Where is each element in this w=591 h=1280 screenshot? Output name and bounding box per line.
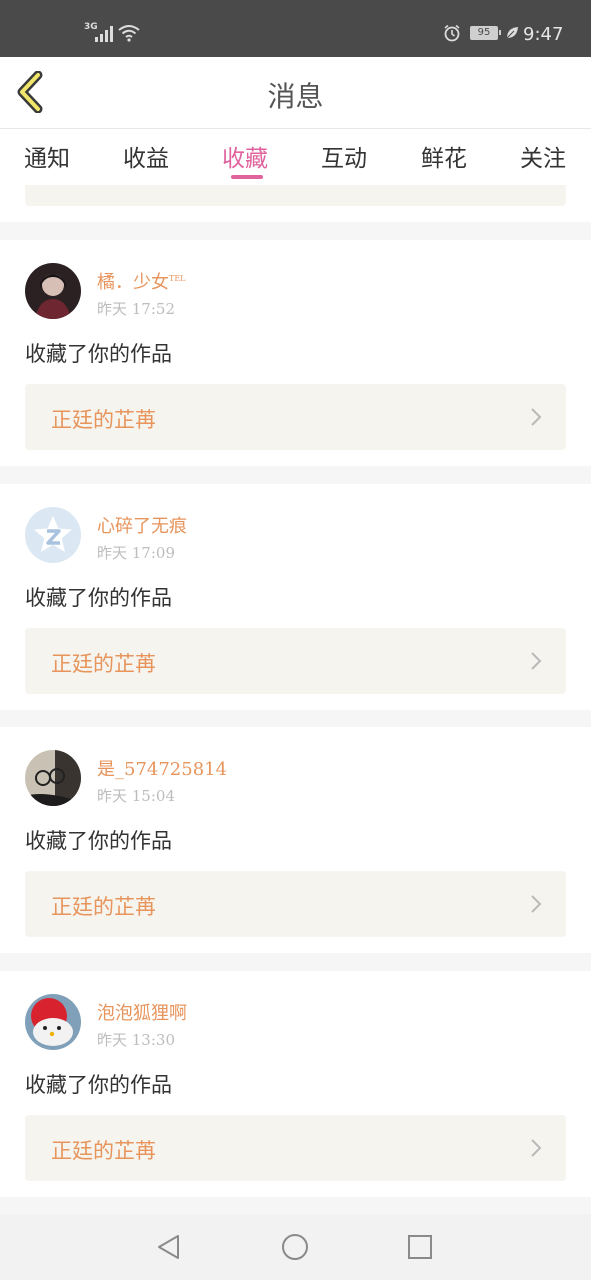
- circle-home-icon[interactable]: [280, 1232, 310, 1262]
- work-card[interactable]: 正廷的芷苒: [25, 628, 566, 694]
- leaf-icon: [506, 27, 518, 39]
- active-tab-indicator: [231, 175, 263, 179]
- action-text: 收藏了你的作品: [25, 586, 172, 610]
- tab-flowers[interactable]: 鲜花: [421, 139, 467, 173]
- status-bar: 3G 95 9:47: [0, 0, 591, 57]
- action-text: 收藏了你的作品: [25, 829, 172, 853]
- avatar[interactable]: [25, 750, 81, 806]
- work-card-partial[interactable]: [25, 185, 566, 206]
- clock: 9:47: [523, 24, 564, 45]
- tab-notifications[interactable]: 通知: [24, 139, 70, 173]
- chevron-right-icon: [531, 652, 542, 670]
- list-item: 泡泡狐狸啊 昨天 13:30 收藏了你的作品 正廷的芷苒: [0, 971, 591, 1197]
- chevron-right-icon: [531, 895, 542, 913]
- action-text: 收藏了你的作品: [25, 342, 172, 366]
- tab-interactions[interactable]: 互动: [321, 139, 367, 173]
- username[interactable]: 心碎了无痕: [97, 512, 187, 538]
- work-title: 正廷的芷苒: [51, 1139, 156, 1163]
- default-avatar-icon: [25, 507, 81, 563]
- action-text: 收藏了你的作品: [25, 1073, 172, 1097]
- tab-follows[interactable]: 关注: [520, 139, 566, 173]
- battery-icon: 95: [470, 26, 501, 40]
- avatar-image: [25, 263, 81, 319]
- chevron-right-icon: [531, 408, 542, 426]
- username[interactable]: 泡泡狐狸啊: [97, 999, 187, 1025]
- work-title: 正廷的芷苒: [51, 652, 156, 676]
- alarm-icon: [444, 24, 460, 42]
- wifi-icon: [118, 25, 140, 42]
- system-nav-bar: [0, 1214, 591, 1280]
- username[interactable]: 橘．少女TEL: [97, 268, 186, 294]
- work-title: 正廷的芷苒: [51, 408, 156, 432]
- avatar-image: [25, 994, 81, 1050]
- list-item: 是_574725814 昨天 15:04 收藏了你的作品 正廷的芷苒: [0, 727, 591, 953]
- triangle-back-icon[interactable]: [154, 1232, 184, 1262]
- work-card[interactable]: 正廷的芷苒: [25, 871, 566, 937]
- page-title: 消息: [267, 80, 324, 113]
- username[interactable]: 是_574725814: [97, 755, 227, 781]
- work-card[interactable]: 正廷的芷苒: [25, 384, 566, 450]
- work-title: 正廷的芷苒: [51, 895, 156, 919]
- avatar-image: [25, 750, 81, 806]
- chevron-right-icon: [531, 1139, 542, 1157]
- timestamp: 昨天 17:09: [97, 544, 175, 562]
- work-card[interactable]: 正廷的芷苒: [25, 1115, 566, 1181]
- timestamp: 昨天 15:04: [97, 787, 175, 805]
- avatar[interactable]: [25, 994, 81, 1050]
- timestamp: 昨天 17:52: [97, 300, 175, 318]
- tab-earnings[interactable]: 收益: [123, 139, 169, 173]
- list-item: 心碎了无痕 昨天 17:09 收藏了你的作品 正廷的芷苒: [0, 484, 591, 710]
- square-recents-icon[interactable]: [405, 1232, 435, 1262]
- timestamp: 昨天 13:30: [97, 1031, 175, 1049]
- header: 消息: [0, 57, 591, 129]
- avatar[interactable]: [25, 507, 81, 563]
- list-item-partial: [0, 185, 591, 222]
- tab-bar: 通知 收益 收藏 互动 鲜花 关注: [0, 129, 591, 185]
- signal-icon: [95, 26, 113, 42]
- list-item: 橘．少女TEL 昨天 17:52 收藏了你的作品 正廷的芷苒: [0, 240, 591, 466]
- tab-favorites[interactable]: 收藏: [222, 139, 268, 173]
- username-mark: TEL: [169, 274, 186, 283]
- avatar[interactable]: [25, 263, 81, 319]
